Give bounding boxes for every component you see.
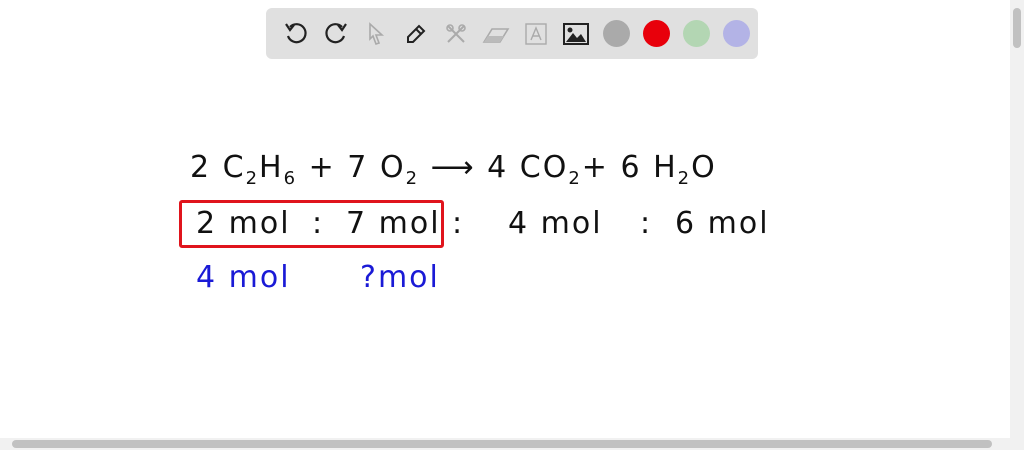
coef: 2	[190, 150, 212, 185]
subscript: 2	[677, 168, 692, 189]
product-h: H	[653, 150, 678, 185]
ratio-o2: 7 mol	[346, 206, 441, 241]
ratio-separator: :	[640, 206, 653, 241]
reaction-arrow: ⟶	[430, 150, 476, 185]
text-tool-icon[interactable]	[516, 14, 556, 54]
plus: +	[308, 150, 336, 185]
redo-icon[interactable]	[316, 14, 356, 54]
vertical-scrollbar[interactable]	[1010, 0, 1024, 450]
coef: 7	[347, 150, 369, 185]
coef: 4	[487, 150, 509, 185]
chemical-equation: 2 C2H6 + 7 O2 ⟶ 4 CO2+ 6 H2O	[190, 150, 717, 189]
reactant-h: H	[259, 150, 284, 185]
ratio-c2h6: 2 mol	[196, 206, 291, 241]
reactant-o: O	[379, 150, 406, 185]
tools-icon[interactable]	[436, 14, 476, 54]
image-icon[interactable]	[556, 14, 596, 54]
given-c2h6: 4 mol	[196, 260, 291, 295]
color-gray-swatch[interactable]	[602, 20, 630, 47]
ratio-separator: :	[452, 206, 465, 241]
ratio-h2o: 6 mol	[675, 206, 770, 241]
subscript: 2	[245, 168, 260, 189]
color-purple-swatch[interactable]	[722, 20, 750, 47]
select-cursor-icon[interactable]	[356, 14, 396, 54]
reactant-c: C	[222, 150, 246, 185]
subscript: 6	[283, 168, 298, 189]
drawing-toolbar	[266, 8, 758, 59]
unknown-mark: ?	[360, 260, 378, 295]
product-co2: CO	[519, 150, 569, 185]
ratio-separator: :	[312, 206, 325, 241]
horizontal-scrollbar[interactable]	[0, 438, 1010, 450]
plus: +	[581, 150, 609, 185]
coef: 6	[620, 150, 642, 185]
scroll-thumb[interactable]	[12, 440, 992, 448]
subscript: 2	[568, 168, 582, 189]
color-red-swatch[interactable]	[642, 20, 670, 47]
product-o: O	[691, 150, 717, 185]
undo-icon[interactable]	[276, 14, 316, 54]
ratio-co2: 4 mol	[508, 206, 603, 241]
pen-icon[interactable]	[396, 14, 436, 54]
scroll-thumb[interactable]	[1013, 8, 1021, 48]
subscript: 2	[405, 168, 420, 189]
eraser-icon[interactable]	[476, 14, 516, 54]
unit: mol	[377, 260, 440, 295]
color-green-swatch[interactable]	[682, 20, 710, 47]
unknown-o2: ?mol	[360, 260, 440, 295]
